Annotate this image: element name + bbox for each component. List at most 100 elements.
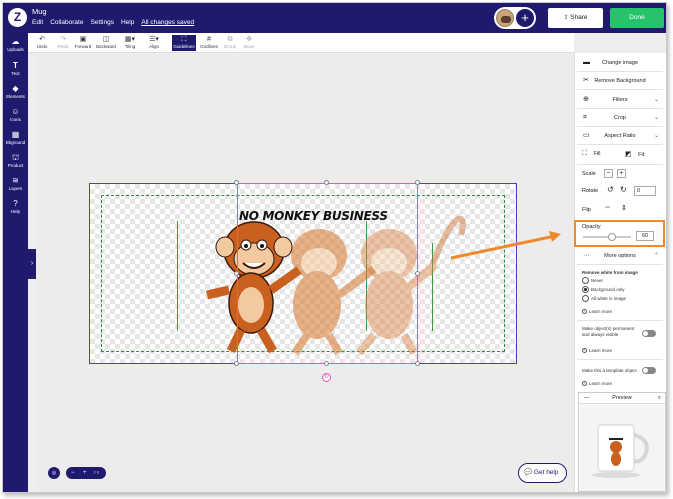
- move-label: Move: [243, 44, 255, 49]
- align-label: Align: [148, 44, 159, 49]
- scale-down-button[interactable]: −: [604, 169, 613, 178]
- zoom-in-button[interactable]: +: [83, 467, 87, 479]
- question-icon: ?: [13, 199, 18, 208]
- resize-handle[interactable]: [234, 271, 239, 276]
- opacity-input[interactable]: 60: [636, 231, 654, 241]
- radio-background-only-label: Background only: [591, 287, 625, 292]
- backward-button[interactable]: ◫ Backward: [94, 35, 118, 51]
- gridlines-button[interactable]: # Gridlines: [198, 35, 220, 51]
- filters-accordion[interactable]: ⊕ Filters ⌄: [577, 95, 663, 105]
- share-label: Share: [570, 14, 588, 21]
- divider: [577, 108, 663, 109]
- resize-handle[interactable]: [415, 180, 420, 185]
- undo-icon: ↶: [39, 36, 45, 43]
- chevron-down-icon: ⌄: [653, 133, 659, 139]
- resize-handle[interactable]: [324, 180, 329, 185]
- group-button[interactable]: ⧉ Group: [221, 35, 239, 51]
- flip-vertical-icon[interactable]: ⇕: [621, 204, 627, 212]
- permanent-toggle[interactable]: [642, 330, 656, 337]
- sidebar-item-elements[interactable]: ◆ Elements: [3, 84, 28, 99]
- sidebar-item-background[interactable]: ▦ Bkground: [3, 130, 28, 145]
- menu-settings[interactable]: Settings: [90, 19, 114, 26]
- zoom-controls: − + Fit: [66, 467, 106, 479]
- fit-button[interactable]: ◩ Fit: [625, 150, 644, 158]
- radio-all-white[interactable]: [582, 295, 589, 302]
- fill-button[interactable]: ⛶ Fill: [582, 150, 600, 158]
- permanent-label: Make object(s) permanent and always visi…: [582, 326, 635, 337]
- learn-more-link[interactable]: i Learn more: [582, 381, 612, 387]
- guide-line: [177, 221, 178, 331]
- sidebar-item-label: Help: [10, 209, 21, 214]
- rotate-right-icon[interactable]: ↻: [620, 185, 627, 194]
- divider: [577, 126, 663, 127]
- sidebar-item-uploads[interactable]: ☁ Uploads: [3, 37, 28, 52]
- sidebar-item-icons[interactable]: ☺ Icons: [3, 107, 28, 122]
- resize-handle[interactable]: [415, 271, 420, 276]
- learn-more-text: Learn more: [589, 309, 613, 314]
- change-image-button[interactable]: ▬ Change image: [577, 58, 663, 68]
- rotate-input[interactable]: 0: [634, 186, 656, 196]
- sidebar-item-help[interactable]: ? Help: [3, 199, 28, 214]
- app-logo-icon[interactable]: Z: [8, 8, 27, 27]
- rotate-left-icon[interactable]: ↺: [607, 185, 614, 194]
- zoom-fit-button[interactable]: Fit: [94, 467, 99, 479]
- zoom-out-button[interactable]: −: [71, 467, 75, 479]
- resize-handle[interactable]: [234, 180, 239, 185]
- add-collaborator-icon[interactable]: +: [515, 8, 535, 28]
- redo-button[interactable]: ↷ Redo: [54, 35, 72, 51]
- mug-preview-image[interactable]: [580, 405, 664, 491]
- guidelines-icon: ⛶: [181, 36, 187, 43]
- fill-label: Fill: [593, 151, 601, 157]
- sidebar-collapse-chevron-icon[interactable]: ›: [28, 249, 36, 279]
- crop-accordion[interactable]: ⌗ Crop ⌄: [577, 113, 663, 123]
- crop-label: Crop: [614, 115, 626, 121]
- done-button[interactable]: Done: [610, 8, 664, 28]
- divider: [577, 320, 663, 321]
- shapes-icon: ◆: [12, 84, 19, 93]
- flip-horizontal-icon[interactable]: ⇔: [604, 204, 611, 211]
- align-button[interactable]: ☰▾ Align: [143, 35, 165, 51]
- sidebar-item-label: Layers: [8, 186, 23, 191]
- resize-handle[interactable]: [415, 361, 420, 366]
- scale-up-button[interactable]: +: [617, 169, 626, 178]
- get-help-button[interactable]: 💬 Get help: [518, 463, 567, 483]
- forward-button[interactable]: ▣ Forward: [72, 35, 94, 51]
- zoom-search-icon[interactable]: ⌕: [658, 393, 661, 404]
- radio-never[interactable]: [582, 277, 589, 284]
- menu-help[interactable]: Help: [121, 19, 134, 26]
- sidebar-item-product[interactable]: ⛫ Product: [3, 153, 28, 168]
- smiley-icon: ☺: [11, 107, 20, 116]
- sidebar-item-text[interactable]: T Text: [3, 61, 28, 76]
- save-status-link[interactable]: All changes saved: [141, 19, 194, 26]
- minimize-icon[interactable]: —: [584, 393, 590, 404]
- resize-handle[interactable]: [324, 361, 329, 366]
- divider: [577, 144, 663, 145]
- aspect-ratio-accordion[interactable]: ▭ Aspect Ratio ⌄: [577, 131, 663, 141]
- template-toggle[interactable]: [642, 367, 656, 374]
- radio-never-label: Never: [591, 278, 604, 283]
- radio-background-only[interactable]: [582, 286, 589, 293]
- rotate-handle-icon[interactable]: ↻: [322, 373, 331, 382]
- sidebar-item-layers[interactable]: ≋ Layers: [3, 176, 28, 191]
- resize-handle[interactable]: [234, 361, 239, 366]
- tiling-button[interactable]: ▦▾ Tiling: [119, 35, 141, 51]
- remove-background-button[interactable]: ✂ Remove Background: [577, 76, 663, 86]
- menu-collaborate[interactable]: Collaborate: [50, 19, 83, 26]
- learn-more-link[interactable]: i Learn more: [582, 348, 612, 354]
- redo-label: Redo: [57, 44, 69, 49]
- info-icon: i: [582, 348, 587, 354]
- selection-box[interactable]: [237, 183, 418, 364]
- guidelines-button[interactable]: ⛶ Guidelines: [172, 35, 196, 51]
- zoom-reset-icon[interactable]: ◎: [48, 467, 60, 479]
- group-icon: ⧉: [227, 36, 233, 43]
- opacity-slider-handle[interactable]: [607, 233, 616, 241]
- learn-more-link[interactable]: i Learn more: [582, 309, 613, 315]
- move-button[interactable]: ✥ Move: [240, 35, 258, 51]
- undo-button[interactable]: ↶ Undo: [32, 35, 52, 51]
- share-button[interactable]: ⇪ Share: [548, 8, 603, 28]
- tiling-label: Tiling: [124, 44, 136, 49]
- document-title[interactable]: Mug: [32, 7, 47, 16]
- menu-edit[interactable]: Edit: [32, 19, 43, 26]
- more-options-accordion[interactable]: ··· More options ⌃: [577, 251, 663, 261]
- avatar[interactable]: [496, 9, 514, 27]
